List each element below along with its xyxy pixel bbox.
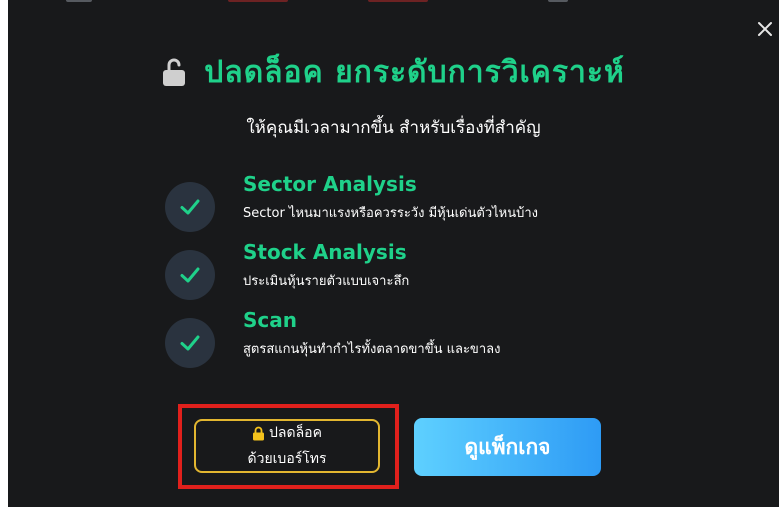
lock-icon <box>253 426 265 440</box>
feature-stock-analysis: Stock Analysis ประเมินหุ้นรายตัวแบบเจาะล… <box>165 240 625 304</box>
feature-description: ประเมินหุ้นรายตัวแบบเจาะลึก <box>243 274 410 289</box>
check-icon <box>180 335 200 351</box>
check-icon <box>180 199 200 215</box>
feature-check-badge <box>165 318 215 368</box>
modal-subtitle: ให้คุณมีเวลามากขึ้น สำหรับเรื่องที่สำคัญ <box>246 118 541 138</box>
screen: ปลดล็อค ยกระดับการวิเคราะห์ ให้คุณมีเวลา… <box>0 0 779 507</box>
unlock-icon <box>163 58 186 86</box>
feature-description: Sector ไหนมาแรงหรือควรระวัง มีหุ้นเด่นตั… <box>243 206 539 221</box>
feature-scan: Scan สูตรสแกนหุ้นทำกำไรทั้งตลาดขาขึ้น แล… <box>165 308 625 372</box>
feature-check-badge <box>165 250 215 300</box>
feature-description: สูตรสแกนหุ้นทำกำไรทั้งตลาดขาขึ้น และขาลง <box>243 342 501 357</box>
close-button[interactable] <box>754 18 776 40</box>
modal-header: ปลดล็อค ยกระดับการวิเคราะห์ <box>8 48 779 96</box>
unlock-button-sublabel: ด้วยเบอร์โทร <box>247 451 327 467</box>
feature-check-badge <box>165 182 215 232</box>
unlock-with-phone-button[interactable]: ปลดล็อค ด้วยเบอร์โทร <box>194 419 380 473</box>
feature-title: Scan <box>243 308 297 332</box>
check-icon <box>180 267 200 283</box>
modal-title: ปลดล็อค ยกระดับการวิเคราะห์ <box>204 54 625 90</box>
feature-title: Sector Analysis <box>243 172 417 196</box>
view-package-button[interactable]: ดูแพ็กเกจ <box>414 418 601 476</box>
unlock-modal: ปลดล็อค ยกระดับการวิเคราะห์ ให้คุณมีเวลา… <box>8 0 779 507</box>
unlock-button-label: ปลดล็อค <box>269 425 322 441</box>
background-content-strip <box>8 0 779 10</box>
close-icon <box>758 22 772 36</box>
feature-title: Stock Analysis <box>243 240 407 264</box>
feature-sector-analysis: Sector Analysis Sector ไหนมาแรงหรือควรระ… <box>165 172 625 236</box>
